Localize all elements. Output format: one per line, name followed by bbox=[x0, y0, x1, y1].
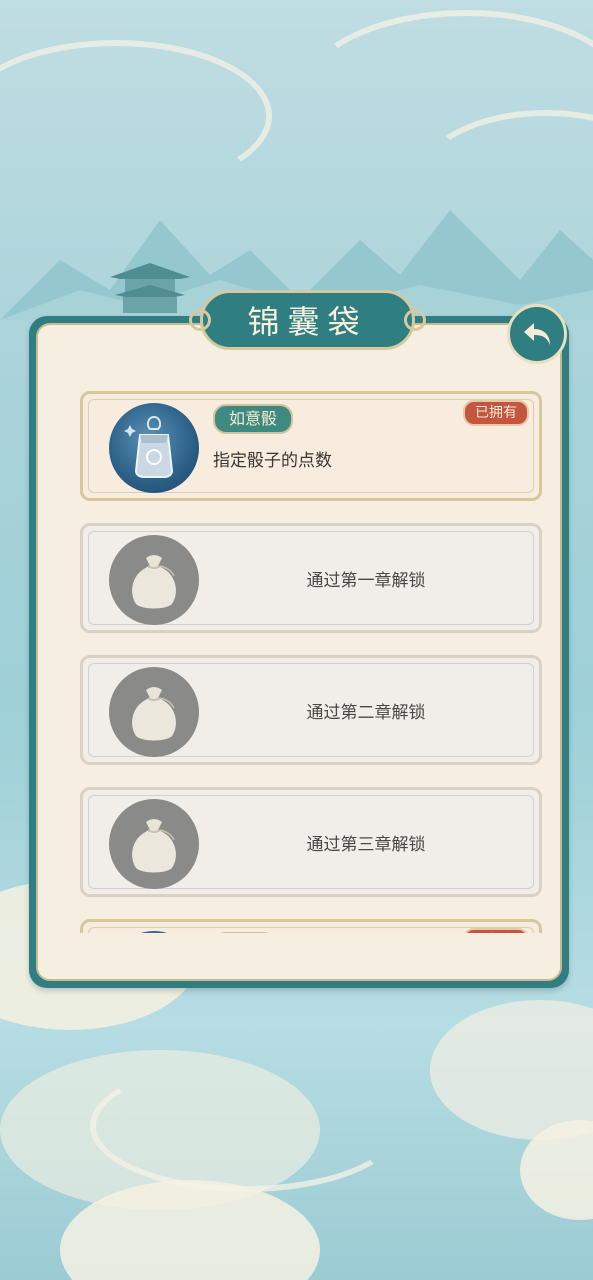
list-item[interactable]: 通过第三章解锁 bbox=[80, 787, 542, 897]
unlock-requirement: 通过第一章解锁 bbox=[306, 570, 426, 591]
unlock-requirement: 通过第三章解锁 bbox=[306, 834, 426, 855]
pavilion-illustration bbox=[110, 263, 190, 313]
unlock-requirement: 通过第二章解锁 bbox=[306, 702, 426, 723]
list-item[interactable]: 如意骰 已拥有 指定骰子的点数 bbox=[80, 391, 542, 501]
charm-pouch-icon bbox=[109, 403, 199, 493]
list-item[interactable]: 通过第二章解锁 bbox=[80, 655, 542, 765]
back-arrow-icon bbox=[524, 323, 550, 345]
bag-icon bbox=[109, 667, 199, 757]
owned-badge: 已拥有 bbox=[463, 400, 529, 426]
bag-icon bbox=[109, 535, 199, 625]
bag-icon bbox=[109, 799, 199, 889]
back-button[interactable] bbox=[507, 304, 567, 364]
page-title: 锦囊袋 bbox=[189, 290, 426, 350]
list-item[interactable]: 通过第一章解锁 bbox=[80, 523, 542, 633]
bag-panel: 如意骰 已拥有 指定骰子的点数 通过第一章解锁 通过第二章解锁 通过第三章解锁 bbox=[29, 316, 569, 988]
panel-bottom-border bbox=[38, 933, 560, 979]
item-name: 如意骰 bbox=[213, 404, 294, 434]
item-description: 指定骰子的点数 bbox=[213, 451, 332, 471]
panel-content: 如意骰 已拥有 指定骰子的点数 通过第一章解锁 通过第二章解锁 通过第三章解锁 bbox=[36, 323, 562, 981]
